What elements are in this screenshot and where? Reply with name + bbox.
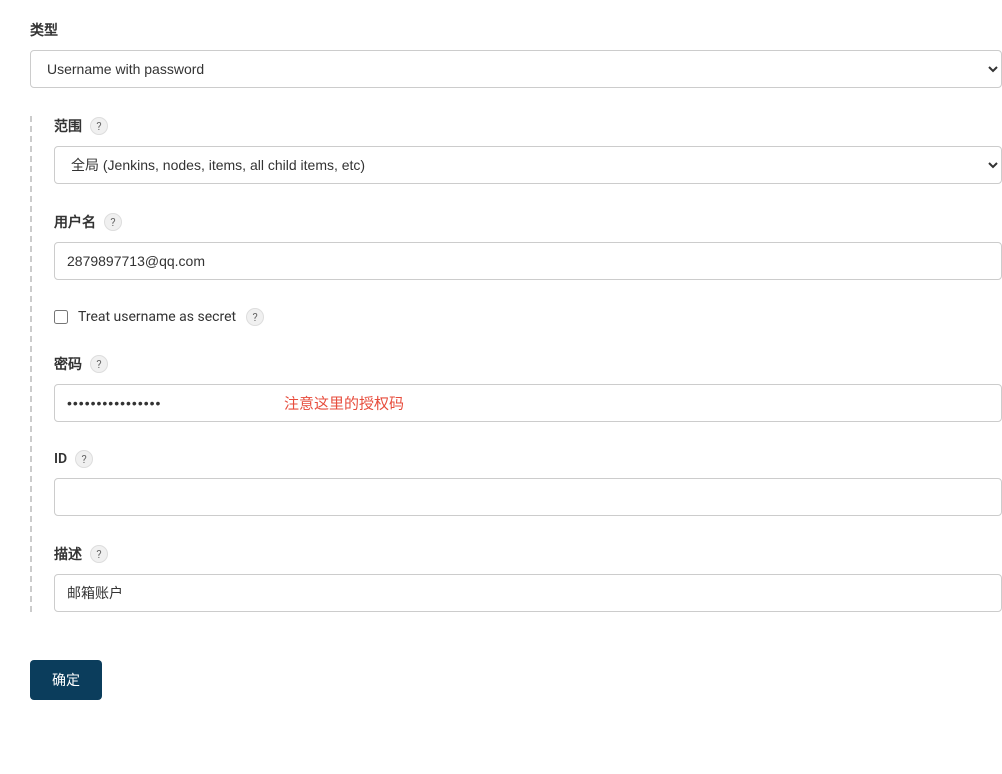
username-input[interactable]: [54, 242, 1002, 280]
type-label: 类型: [30, 20, 1002, 40]
treat-secret-label: Treat username as secret: [78, 309, 236, 325]
help-icon[interactable]: ?: [90, 545, 108, 563]
description-input[interactable]: [54, 574, 1002, 612]
treat-secret-checkbox[interactable]: [54, 310, 68, 324]
id-label: ID: [54, 451, 67, 467]
submit-button[interactable]: 确定: [30, 660, 102, 700]
type-select[interactable]: Username with password: [30, 50, 1002, 88]
scope-select[interactable]: 全局 (Jenkins, nodes, items, all child ite…: [54, 146, 1002, 184]
help-icon[interactable]: ?: [90, 355, 108, 373]
password-label: 密码: [54, 354, 82, 374]
help-icon[interactable]: ?: [246, 308, 264, 326]
password-input[interactable]: [54, 384, 1002, 422]
id-input[interactable]: [54, 478, 1002, 516]
description-label: 描述: [54, 544, 82, 564]
help-icon[interactable]: ?: [75, 450, 93, 468]
username-label: 用户名: [54, 212, 96, 232]
scope-label: 范围: [54, 116, 82, 136]
help-icon[interactable]: ?: [104, 213, 122, 231]
help-icon[interactable]: ?: [90, 117, 108, 135]
